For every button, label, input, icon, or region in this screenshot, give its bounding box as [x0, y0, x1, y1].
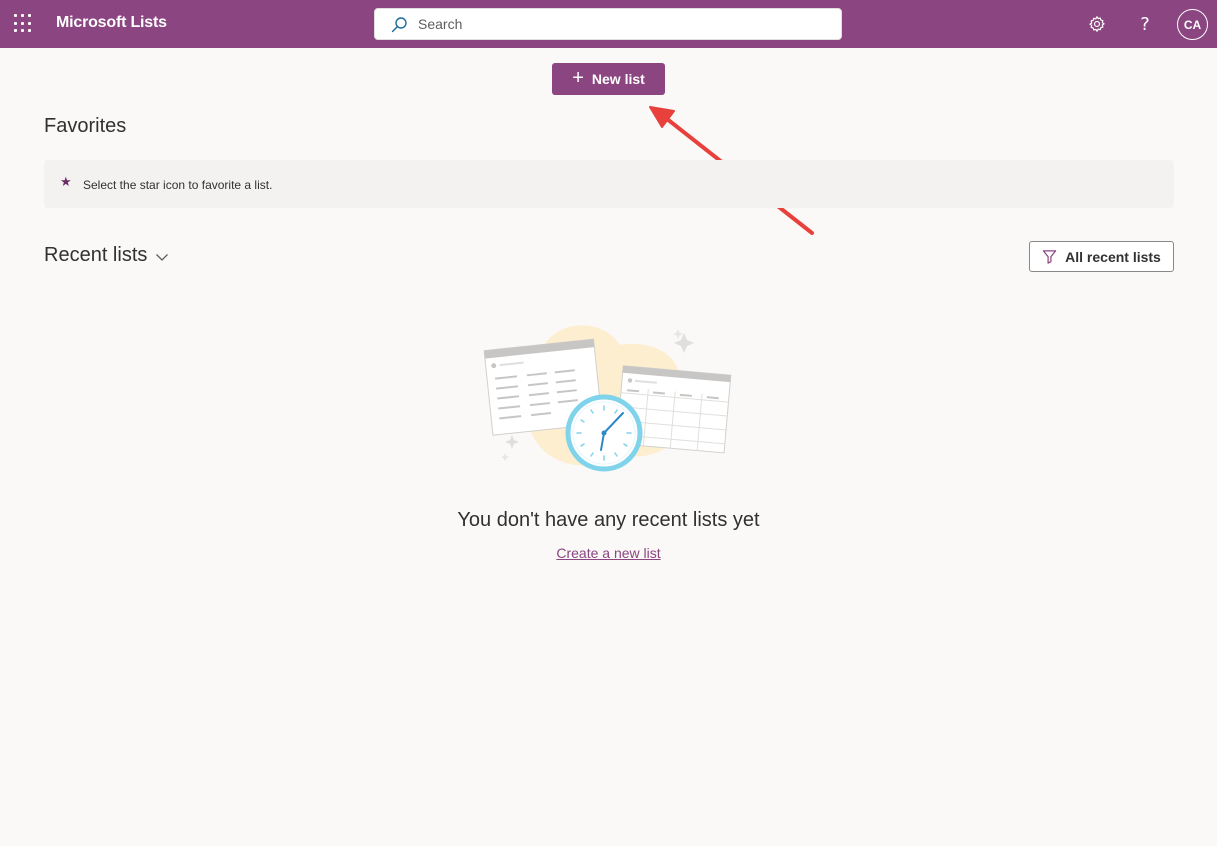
- create-link-container: Create a new list: [0, 545, 1217, 563]
- favorites-title: Favorites: [44, 115, 127, 137]
- all-recent-lists-button[interactable]: All recent lists: [1029, 241, 1174, 272]
- empty-state-illustration-icon: [483, 325, 732, 472]
- app-title[interactable]: Microsoft Lists: [56, 14, 167, 32]
- chevron-down-icon: [156, 253, 169, 261]
- top-bar: Microsoft Lists ? CA: [0, 0, 1217, 48]
- new-list-label: New list: [591, 71, 645, 87]
- search-box[interactable]: [374, 8, 842, 40]
- favorites-empty-box: ★ Select the star icon to favorite a lis…: [44, 160, 1174, 208]
- star-icon: ★: [60, 175, 72, 190]
- help-icon: ?: [1140, 13, 1150, 35]
- favorites-hint: Select the star icon to favorite a list.: [83, 178, 273, 192]
- search-icon: [391, 17, 407, 33]
- empty-state-message: You don't have any recent lists yet: [457, 509, 760, 531]
- app-launcher-icon[interactable]: [14, 14, 34, 34]
- all-recent-lists-label: All recent lists: [1065, 248, 1161, 265]
- avatar[interactable]: CA: [1177, 9, 1208, 40]
- search-input[interactable]: [418, 9, 818, 39]
- settings-button[interactable]: [1085, 12, 1109, 36]
- gear-icon: [1089, 15, 1105, 33]
- help-button[interactable]: ?: [1133, 12, 1157, 36]
- create-new-list-link[interactable]: Create a new list: [556, 545, 660, 561]
- new-list-button[interactable]: + New list: [552, 63, 665, 95]
- filter-icon: [1042, 250, 1057, 264]
- plus-icon: +: [572, 67, 584, 89]
- recent-lists-dropdown[interactable]: Recent lists: [44, 244, 169, 267]
- recent-lists-title: Recent lists: [44, 244, 148, 266]
